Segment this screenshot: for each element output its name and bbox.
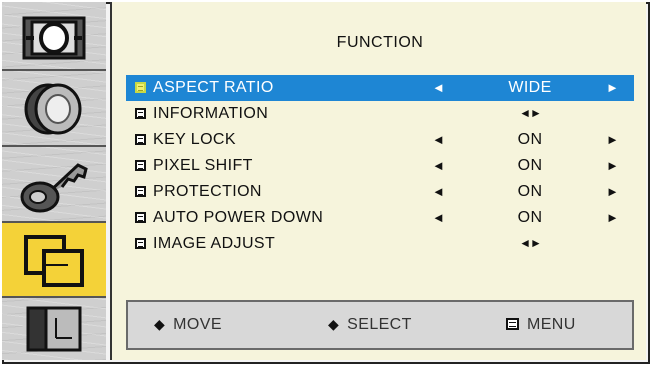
menu-item-value: ON: [517, 183, 543, 200]
picture-icon: [22, 16, 86, 60]
menu-button-icon: [506, 318, 519, 330]
left-right-arrows-icon: ◆: [328, 316, 340, 332]
menu-bullet-icon: [135, 134, 146, 145]
arrow-left-icon[interactable]: ◄: [432, 158, 445, 173]
arrow-right-icon[interactable]: ►: [606, 210, 619, 225]
menu-item-label: INFORMATION: [153, 105, 269, 122]
submenu-arrows-icon[interactable]: ◄►: [476, 106, 584, 120]
sidebar-item-input[interactable]: [2, 298, 106, 360]
function-menu: ASPECT RATIO ◄ WIDE ► INFORMATION ◄► KEY…: [126, 75, 634, 257]
move-hint-label: MOVE: [173, 316, 222, 333]
sidebar-item-sound[interactable]: [2, 71, 106, 147]
menu-hint-label: MENU: [527, 316, 576, 333]
category-sidebar: [2, 2, 106, 360]
menu-bullet-icon: [135, 82, 146, 93]
menu-item-auto-power-down[interactable]: AUTO POWER DOWN ◄ ON ►: [126, 205, 634, 231]
menu-item-label: ASPECT RATIO: [153, 79, 274, 96]
menu-bullet-icon: [135, 212, 146, 223]
menu-item-information[interactable]: INFORMATION ◄►: [126, 101, 634, 127]
menu-item-aspect-ratio[interactable]: ASPECT RATIO ◄ WIDE ►: [126, 75, 634, 101]
menu-hint: MENU: [506, 316, 576, 334]
menu-item-protection[interactable]: PROTECTION ◄ ON ►: [126, 179, 634, 205]
menu-item-value: ON: [517, 131, 543, 148]
arrow-left-icon[interactable]: ◄: [432, 210, 445, 225]
menu-item-label: IMAGE ADJUST: [153, 235, 276, 252]
menu-item-label: AUTO POWER DOWN: [153, 209, 324, 226]
menu-bullet-icon: [135, 108, 146, 119]
menu-bullet-icon: [135, 238, 146, 249]
menu-item-label: PIXEL SHIFT: [153, 157, 253, 174]
arrow-right-icon[interactable]: ►: [606, 80, 619, 95]
page-title: FUNCTION: [336, 34, 424, 51]
input-icon: [26, 306, 82, 352]
menu-bullet-icon: [135, 160, 146, 171]
sound-icon: [24, 83, 82, 135]
arrow-left-icon[interactable]: ◄: [432, 80, 445, 95]
menu-item-image-adjust[interactable]: IMAGE ADJUST ◄►: [126, 231, 634, 257]
key-icon: [20, 163, 88, 213]
arrow-right-icon[interactable]: ►: [606, 158, 619, 173]
menu-item-pixel-shift[interactable]: PIXEL SHIFT ◄ ON ►: [126, 153, 634, 179]
sidebar-item-function[interactable]: [2, 223, 106, 298]
menu-item-label: PROTECTION: [153, 183, 262, 200]
move-hint: ◆ MOVE: [154, 316, 222, 334]
menu-item-label: KEY LOCK: [153, 131, 236, 148]
select-hint: ◆ SELECT: [328, 316, 412, 334]
menu-item-value: ON: [517, 209, 543, 226]
sidebar-item-picture[interactable]: [2, 2, 106, 71]
submenu-arrows-icon[interactable]: ◄►: [476, 236, 584, 250]
arrow-left-icon[interactable]: ◄: [432, 184, 445, 199]
function-panel: FUNCTION ASPECT RATIO ◄ WIDE ► INFORMATI…: [110, 2, 646, 360]
menu-item-value: WIDE: [508, 79, 552, 96]
function-icon: [24, 235, 84, 287]
select-hint-label: SELECT: [347, 316, 412, 333]
up-down-arrows-icon: ◆: [154, 316, 166, 332]
menu-item-key-lock[interactable]: KEY LOCK ◄ ON ►: [126, 127, 634, 153]
arrow-left-icon[interactable]: ◄: [432, 132, 445, 147]
arrow-right-icon[interactable]: ►: [606, 184, 619, 199]
menu-bullet-icon: [135, 186, 146, 197]
navigation-hint-bar: ◆ MOVE ◆ SELECT MENU: [126, 300, 634, 350]
menu-item-value: ON: [517, 157, 543, 174]
arrow-right-icon[interactable]: ►: [606, 132, 619, 147]
sidebar-item-lock[interactable]: [2, 147, 106, 223]
